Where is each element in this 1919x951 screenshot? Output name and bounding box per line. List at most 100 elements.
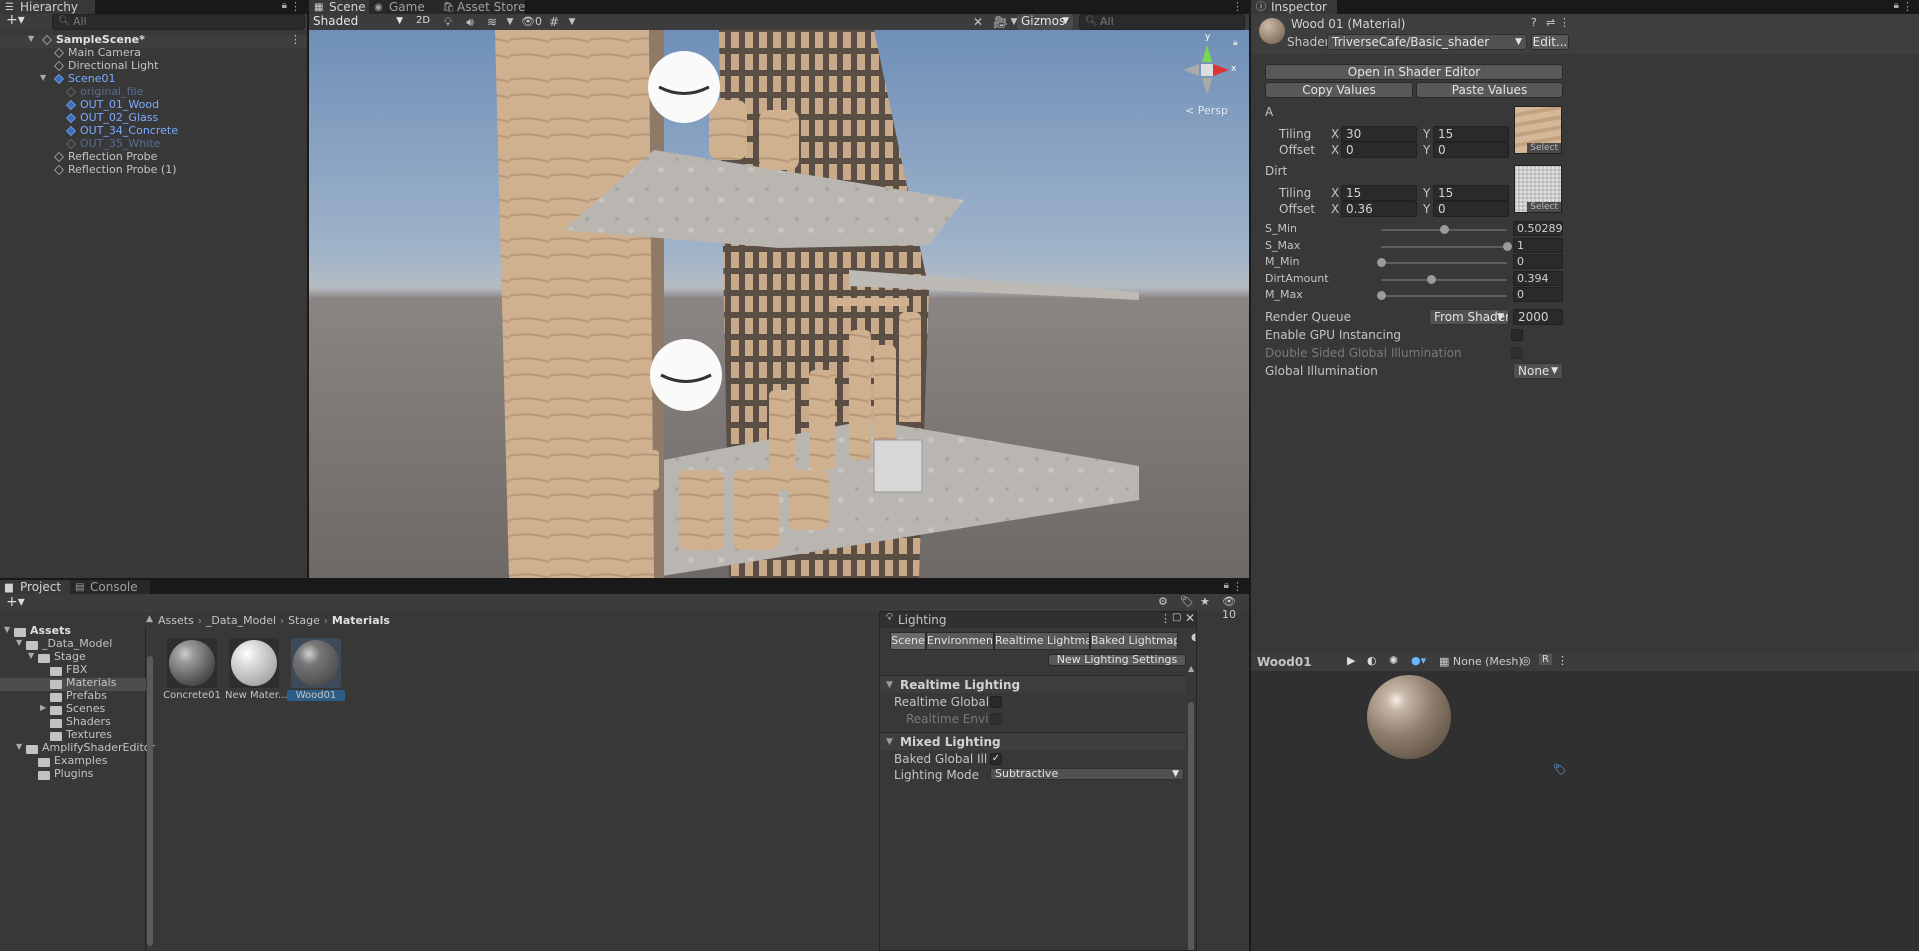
texture-select-button[interactable]: Select <box>1527 202 1561 212</box>
menu-dots-icon[interactable]: ⋮ <box>1160 612 1171 625</box>
slider-value-field[interactable]: 0.394 <box>1513 270 1563 286</box>
slider-knob[interactable] <box>1503 241 1512 251</box>
breadcrumb-item[interactable]: Materials <box>332 614 390 627</box>
lighting-mode-dropdown[interactable]: Subtractive ▼ <box>990 768 1184 780</box>
tab-scene[interactable]: ▦ Scene <box>309 0 369 14</box>
slider-value-field[interactable]: 0.5028936 <box>1513 221 1563 236</box>
perspective-label[interactable]: < Persp <box>1185 104 1228 117</box>
close-icon[interactable]: ✕ <box>1185 612 1195 625</box>
menu-dots-icon[interactable]: ⋮ <box>1557 654 1568 667</box>
lighting-toggle-icon[interactable]: 💡︎ <box>439 14 457 30</box>
mixed-lighting-header[interactable]: ▼ Mixed Lighting <box>880 732 1186 750</box>
hierarchy-search-input[interactable]: 🔍︎ All <box>52 14 305 30</box>
mesh-field[interactable]: ▦ None (Mesh) <box>1439 655 1523 668</box>
hierarchy-row[interactable]: Reflection Probe (1) <box>0 163 307 178</box>
lighting-tab[interactable]: Scene <box>890 632 926 650</box>
play-icon[interactable]: ▶ <box>1347 654 1355 667</box>
texture-dirt-slot[interactable]: Select <box>1514 165 1562 213</box>
add-icon[interactable]: +▾ <box>6 594 25 610</box>
menu-dots-icon[interactable]: ⋮ <box>1559 16 1570 29</box>
grid-dropdown-icon[interactable]: ▼ <box>563 14 581 30</box>
slider-value-field[interactable]: 1 <box>1513 237 1563 253</box>
asset-tile[interactable]: New Mater... <box>225 638 288 701</box>
realtime-lighting-header[interactable]: ▼ Realtime Lighting <box>880 675 1186 693</box>
hierarchy-row[interactable]: ▼ Scene01 <box>0 72 307 87</box>
expand-arrow-icon[interactable]: ▼ <box>28 34 34 43</box>
asset-tile[interactable]: Wood01 <box>287 638 345 701</box>
slider-value-field[interactable]: 0 <box>1513 287 1563 302</box>
slider-track[interactable] <box>1377 291 1507 300</box>
menu-dots-icon[interactable]: ⋮ <box>290 33 301 46</box>
hidden-packages-counter[interactable]: 👁︎10 <box>1222 595 1249 621</box>
slider-track[interactable] <box>1377 258 1507 267</box>
target-icon[interactable]: ◎ <box>1521 654 1531 667</box>
collapse-arrow-icon[interactable]: ▲ <box>146 614 153 624</box>
light-icon[interactable]: ✺ <box>1389 654 1398 667</box>
gpu-instancing-checkbox[interactable] <box>1511 329 1523 341</box>
menu-dots-icon[interactable]: ⋮ <box>1902 0 1913 13</box>
slider-row[interactable]: M_Min 0 <box>1251 254 1581 270</box>
slider-row[interactable]: S_Max 1 <box>1251 237 1581 254</box>
hierarchy-row[interactable]: ▼ SampleScene* ⋮ <box>0 33 307 48</box>
slider-knob[interactable] <box>1377 258 1386 267</box>
lighting-tab[interactable]: Environment <box>926 632 994 650</box>
effects-toggle-icon[interactable]: ≋ <box>483 14 501 30</box>
slider-knob[interactable] <box>1440 225 1450 234</box>
hidden-objects-counter[interactable]: 👁︎0 <box>521 14 542 30</box>
tab-console[interactable]: ▤ Console <box>70 580 150 594</box>
slider-row[interactable]: S_Min 0.5028936 <box>1251 221 1581 237</box>
audio-toggle-icon[interactable]: 🔊︎ <box>461 14 479 30</box>
slider-track[interactable] <box>1381 225 1507 234</box>
texture-a-offset-y[interactable]: 0 <box>1433 142 1509 158</box>
slider-value-field[interactable]: 0 <box>1513 254 1563 269</box>
menu-dots-icon[interactable]: ⋮ <box>1232 580 1243 593</box>
texture-a-offset-x[interactable]: 0 <box>1341 142 1417 158</box>
lighting-scrollbar[interactable] <box>1188 702 1194 950</box>
expand-arrow-icon[interactable]: ▼ <box>28 651 34 660</box>
realtime-gi-checkbox[interactable] <box>990 696 1002 708</box>
breadcrumb-item[interactable]: Stage <box>288 614 320 627</box>
texture-a-tiling-x[interactable]: 30 <box>1341 126 1417 142</box>
texture-dirt-offset-x[interactable]: 0.36 <box>1341 201 1417 217</box>
new-lighting-settings-button[interactable]: New Lighting Settings <box>1048 654 1186 666</box>
paste-values-button[interactable]: Paste Values <box>1416 82 1563 98</box>
lock-icon[interactable]: 🔒︎ <box>282 0 287 11</box>
breadcrumb-item[interactable]: Assets <box>158 614 194 627</box>
help-icon[interactable]: ? <box>1531 16 1537 29</box>
copy-values-button[interactable]: Copy Values <box>1265 82 1413 98</box>
folder-tree-item[interactable]: Plugins <box>0 767 146 782</box>
scroll-up-icon[interactable]: ▲ <box>1188 664 1194 673</box>
expand-arrow-icon[interactable]: ▼ <box>4 625 10 634</box>
tools-icon[interactable]: ✕ <box>969 14 987 30</box>
reflection-probe-sphere[interactable] <box>648 51 720 123</box>
expand-arrow-icon[interactable]: ▼ <box>16 638 22 647</box>
add-icon[interactable]: +▾ <box>6 12 25 28</box>
scene-search-input[interactable]: 🔍︎ All <box>1079 14 1245 30</box>
tab-asset-store[interactable]: 🛍︎ Asset Store <box>437 0 525 14</box>
lock-icon[interactable]: 🔒︎ <box>1894 0 1899 11</box>
slider-knob[interactable] <box>1377 291 1386 300</box>
texture-a-tiling-y[interactable]: 15 <box>1433 126 1509 142</box>
lighting-tab[interactable]: Realtime Lightmaps <box>994 632 1090 650</box>
scene-viewport[interactable]: y x 🔒︎ < Persp <box>309 30 1249 578</box>
preview-r-toggle[interactable]: R <box>1539 654 1552 665</box>
orientation-gizmo[interactable]: y x <box>1177 32 1237 100</box>
slider-row[interactable]: M_Max 0 <box>1251 287 1581 303</box>
preset-icon[interactable]: ⇌ <box>1546 16 1555 29</box>
breadcrumb-item[interactable]: _Data_Model <box>206 614 276 627</box>
render-queue-dropdown[interactable]: From Shader ▼ <box>1429 309 1509 325</box>
lighting-tab[interactable]: Baked Lightmaps <box>1090 632 1178 650</box>
grid-toggle-icon[interactable]: # <box>545 14 563 30</box>
asset-label-icon[interactable]: 🏷︎ <box>1553 763 1567 776</box>
star-icon[interactable]: ★ <box>1200 595 1210 608</box>
effects-dropdown-icon[interactable]: ▼ <box>501 14 519 30</box>
texture-dirt-offset-y[interactable]: 0 <box>1433 201 1509 217</box>
slider-knob[interactable] <box>1426 274 1436 284</box>
expand-arrow-icon[interactable]: ▼ <box>40 73 46 82</box>
skybox-icon[interactable]: ●▾ <box>1411 654 1426 667</box>
texture-dirt-tiling-y[interactable]: 15 <box>1433 185 1509 201</box>
mesh-sphere-icon[interactable]: ◐ <box>1367 654 1377 667</box>
edit-shader-button[interactable]: Edit... <box>1531 34 1569 50</box>
slider-row[interactable]: DirtAmount 0.394 <box>1251 270 1581 287</box>
lock-icon[interactable]: 🔒︎ <box>1233 38 1238 48</box>
